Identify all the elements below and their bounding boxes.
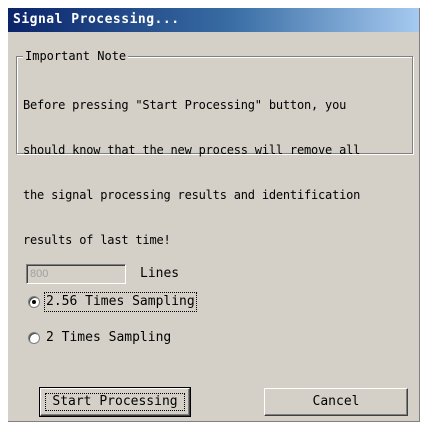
radio-dot-icon [32, 300, 36, 304]
note-line: Before pressing "Start Processing" butto… [23, 98, 347, 112]
note-line: the signal processing results and identi… [23, 188, 361, 202]
lines-input[interactable] [26, 264, 126, 284]
window-title: Signal Processing... [13, 12, 180, 27]
important-note-text: Before pressing "Start Processing" butto… [23, 68, 406, 278]
signal-processing-dialog: Signal Processing... Important Note Befo… [8, 8, 420, 422]
important-note-group: Important Note Before pressing "Start Pr… [16, 49, 413, 247]
important-note-legend: Important Note [23, 49, 129, 63]
radio-2-56-times-sampling[interactable]: 2.56 Times Sampling [28, 292, 197, 312]
note-line: results of last time! [23, 233, 171, 247]
start-processing-label: Start Processing [52, 394, 178, 409]
radio-unselected-icon[interactable] [28, 332, 40, 344]
lines-label: Lines [140, 266, 180, 281]
cancel-label: Cancel [312, 394, 360, 409]
radio-selected-icon[interactable] [28, 296, 40, 308]
cancel-button[interactable]: Cancel [264, 388, 408, 416]
note-line: should know that the new process will re… [23, 143, 361, 157]
radio-label-2-56-times[interactable]: 2.56 Times Sampling [44, 292, 197, 312]
start-processing-button[interactable]: Start Processing [39, 387, 191, 417]
radio-2-times-sampling[interactable]: 2 Times Sampling [28, 330, 171, 346]
radio-label-2-times[interactable]: 2 Times Sampling [46, 330, 171, 346]
window-title-bar[interactable]: Signal Processing... [8, 8, 419, 32]
